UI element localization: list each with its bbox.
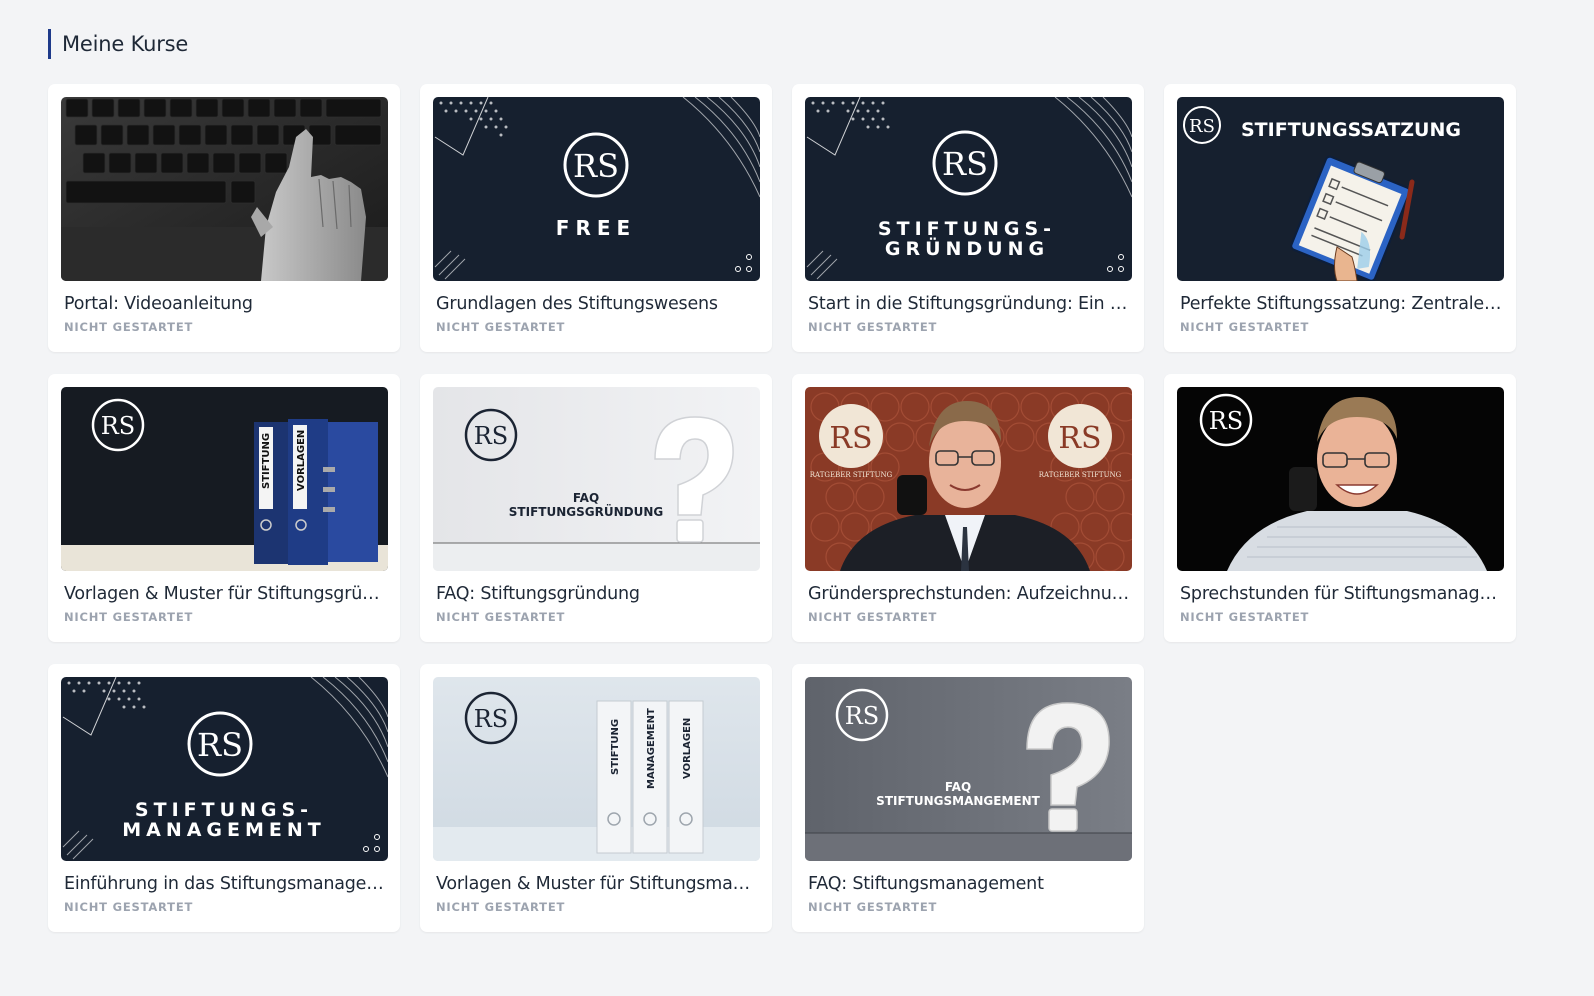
course-title[interactable]: Portal: Videoanleitung	[64, 294, 386, 314]
course-thumbnail[interactable]: RS RATGEBER STIFTUNG RS RATGEBER STIFTUN…	[805, 387, 1132, 571]
stiftungssatzung-image: RS STIFTUNGSSATZUNG	[1177, 97, 1504, 281]
free-course-image: RS FREE	[433, 97, 760, 281]
course-title[interactable]: Vorlagen & Muster für Stiftungsmanag...	[436, 874, 758, 894]
rs-logo-icon: RS	[1058, 421, 1101, 456]
course-card[interactable]: RS FAQ STIFTUNGSGRÜNDUNG FAQ: Stiftungsg…	[420, 374, 772, 642]
svg-text:FAQ: FAQ	[573, 491, 599, 505]
binders-image: RS STIFTUNG VORLAGEN	[61, 387, 388, 571]
course-thumbnail[interactable]: RS STIFTUNGSSATZUNG	[1177, 97, 1504, 281]
course-card[interactable]: RS STIFTUNGSSATZUNG Perfekte Stiftungssa…	[1164, 84, 1516, 352]
accent-bar	[48, 29, 51, 59]
course-thumbnail[interactable]: RS STIFTUNG VORLAGEN	[61, 387, 388, 571]
course-status: NICHT GESTARTET	[808, 320, 938, 334]
course-title[interactable]: Perfekte Stiftungssatzung: Zentrale Fr..…	[1180, 294, 1502, 314]
course-thumbnail[interactable]: RS FAQ STIFTUNGSMANGEMENT	[805, 677, 1132, 861]
stiftungsgruendung-image: RS STIFTUNGS- GRÜNDUNG	[805, 97, 1132, 281]
presenter-black-image: RS	[1177, 387, 1504, 571]
course-title[interactable]: Sprechstunden für Stiftungsmanagem...	[1180, 584, 1502, 604]
course-thumbnail[interactable]	[61, 97, 388, 281]
course-status: NICHT GESTARTET	[64, 320, 194, 334]
course-status: NICHT GESTARTET	[64, 900, 194, 914]
rs-logo-icon: RS	[942, 145, 988, 183]
course-title[interactable]: Einführung in das Stiftungsmanagement	[64, 874, 386, 894]
svg-text:STIFTUNGSMANGEMENT: STIFTUNGSMANGEMENT	[876, 794, 1040, 808]
svg-text:VORLAGEN: VORLAGEN	[682, 718, 693, 779]
thumb-label: GRÜNDUNG	[885, 236, 1049, 260]
course-title[interactable]: FAQ: Stiftungsmanagement	[808, 874, 1130, 894]
course-card[interactable]: RS RATGEBER STIFTUNG RS RATGEBER STIFTUN…	[792, 374, 1144, 642]
rs-logo-icon: RS	[573, 147, 619, 185]
course-card[interactable]: RS FAQ STIFTUNGSMANGEMENT FAQ: Stiftungs…	[792, 664, 1144, 932]
course-card[interactable]: RS STIFTUNGS- GRÜNDUNG Start in die Stif…	[792, 84, 1144, 352]
course-status: NICHT GESTARTET	[436, 320, 566, 334]
course-thumbnail[interactable]: RS STIFTUNG MANAGEMENT VORLAGEN	[433, 677, 760, 861]
course-title[interactable]: Grundlagen des Stiftungswesens	[436, 294, 758, 314]
rs-logo-icon: RS	[474, 422, 509, 450]
course-card[interactable]: Portal: Videoanleitung NICHT GESTARTET	[48, 84, 400, 352]
course-status: NICHT GESTARTET	[808, 900, 938, 914]
stiftungsmanagement-image: RS STIFTUNGS- MANAGEMENT	[61, 677, 388, 861]
svg-text:STIFTUNGSGRÜNDUNG: STIFTUNGSGRÜNDUNG	[509, 504, 663, 519]
thumb-label: FREE	[556, 216, 636, 240]
course-status: NICHT GESTARTET	[1180, 610, 1310, 624]
course-thumbnail[interactable]: RS STIFTUNGS- MANAGEMENT	[61, 677, 388, 861]
course-status: NICHT GESTARTET	[436, 610, 566, 624]
faq-gruendung-image: RS FAQ STIFTUNGSGRÜNDUNG	[433, 387, 760, 571]
course-status: NICHT GESTARTET	[64, 610, 194, 624]
course-status: NICHT GESTARTET	[808, 610, 938, 624]
faq-management-image: RS FAQ STIFTUNGSMANGEMENT	[805, 677, 1132, 861]
thumb-label: MANAGEMENT	[122, 819, 326, 841]
course-thumbnail[interactable]: RS FREE	[433, 97, 760, 281]
rs-logo-icon: RS	[845, 702, 880, 730]
course-title[interactable]: Gründersprechstunden: Aufzeichnungen	[808, 584, 1130, 604]
course-title[interactable]: Start in die Stiftungsgründung: Ein Leit…	[808, 294, 1130, 314]
thumb-label: STIFTUNGSSATZUNG	[1241, 119, 1461, 141]
page-title: Meine Kurse	[62, 32, 189, 56]
rs-logo-icon: RS	[1189, 116, 1215, 137]
course-card[interactable]: RS STIFTUNG VORLAGEN Vorlagen & Muster f…	[48, 374, 400, 642]
svg-text:RATGEBER STIFTUNG: RATGEBER STIFTUNG	[810, 471, 893, 479]
svg-text:STIFTUNG: STIFTUNG	[261, 433, 272, 489]
rs-logo-icon: RS	[474, 705, 509, 733]
course-card[interactable]: RS STIFTUNG MANAGEMENT VORLAGEN Vorlagen…	[420, 664, 772, 932]
rs-logo-icon: RS	[101, 412, 136, 440]
rs-logo-icon: RS	[829, 421, 872, 456]
thumb-label: STIFTUNGS-	[878, 218, 1056, 240]
svg-text:RATGEBER STIFTUNG: RATGEBER STIFTUNG	[1039, 471, 1122, 479]
course-card[interactable]: RS Sprechstunden für Stiftungsmanagem...…	[1164, 374, 1516, 642]
course-title[interactable]: FAQ: Stiftungsgründung	[436, 584, 758, 604]
page-header: Meine Kurse	[48, 28, 188, 60]
svg-text:STIFTUNG: STIFTUNG	[610, 719, 621, 775]
course-status: NICHT GESTARTET	[1180, 320, 1310, 334]
rs-logo-icon: RS	[1209, 407, 1244, 435]
svg-text:MANAGEMENT: MANAGEMENT	[646, 708, 657, 789]
course-status: NICHT GESTARTET	[436, 900, 566, 914]
course-title[interactable]: Vorlagen & Muster für Stiftungsgründu...	[64, 584, 386, 604]
course-thumbnail[interactable]: RS	[1177, 387, 1504, 571]
svg-text:FAQ: FAQ	[945, 780, 971, 794]
rs-logo-icon: RS	[197, 726, 243, 764]
keyboard-robot-hand-image	[61, 97, 388, 281]
white-binders-image: RS STIFTUNG MANAGEMENT VORLAGEN	[433, 677, 760, 861]
course-card[interactable]: RS STIFTUNGS- MANAGEMENT Einführung in d…	[48, 664, 400, 932]
thumb-label: STIFTUNGS-	[135, 799, 313, 821]
svg-text:VORLAGEN: VORLAGEN	[296, 430, 307, 491]
course-thumbnail[interactable]: RS STIFTUNGS- GRÜNDUNG	[805, 97, 1132, 281]
course-card[interactable]: RS FREE Grundlagen des Stiftungswesens N…	[420, 84, 772, 352]
course-thumbnail[interactable]: RS FAQ STIFTUNGSGRÜNDUNG	[433, 387, 760, 571]
presenter-red-image: RS RATGEBER STIFTUNG RS RATGEBER STIFTUN…	[805, 387, 1132, 571]
